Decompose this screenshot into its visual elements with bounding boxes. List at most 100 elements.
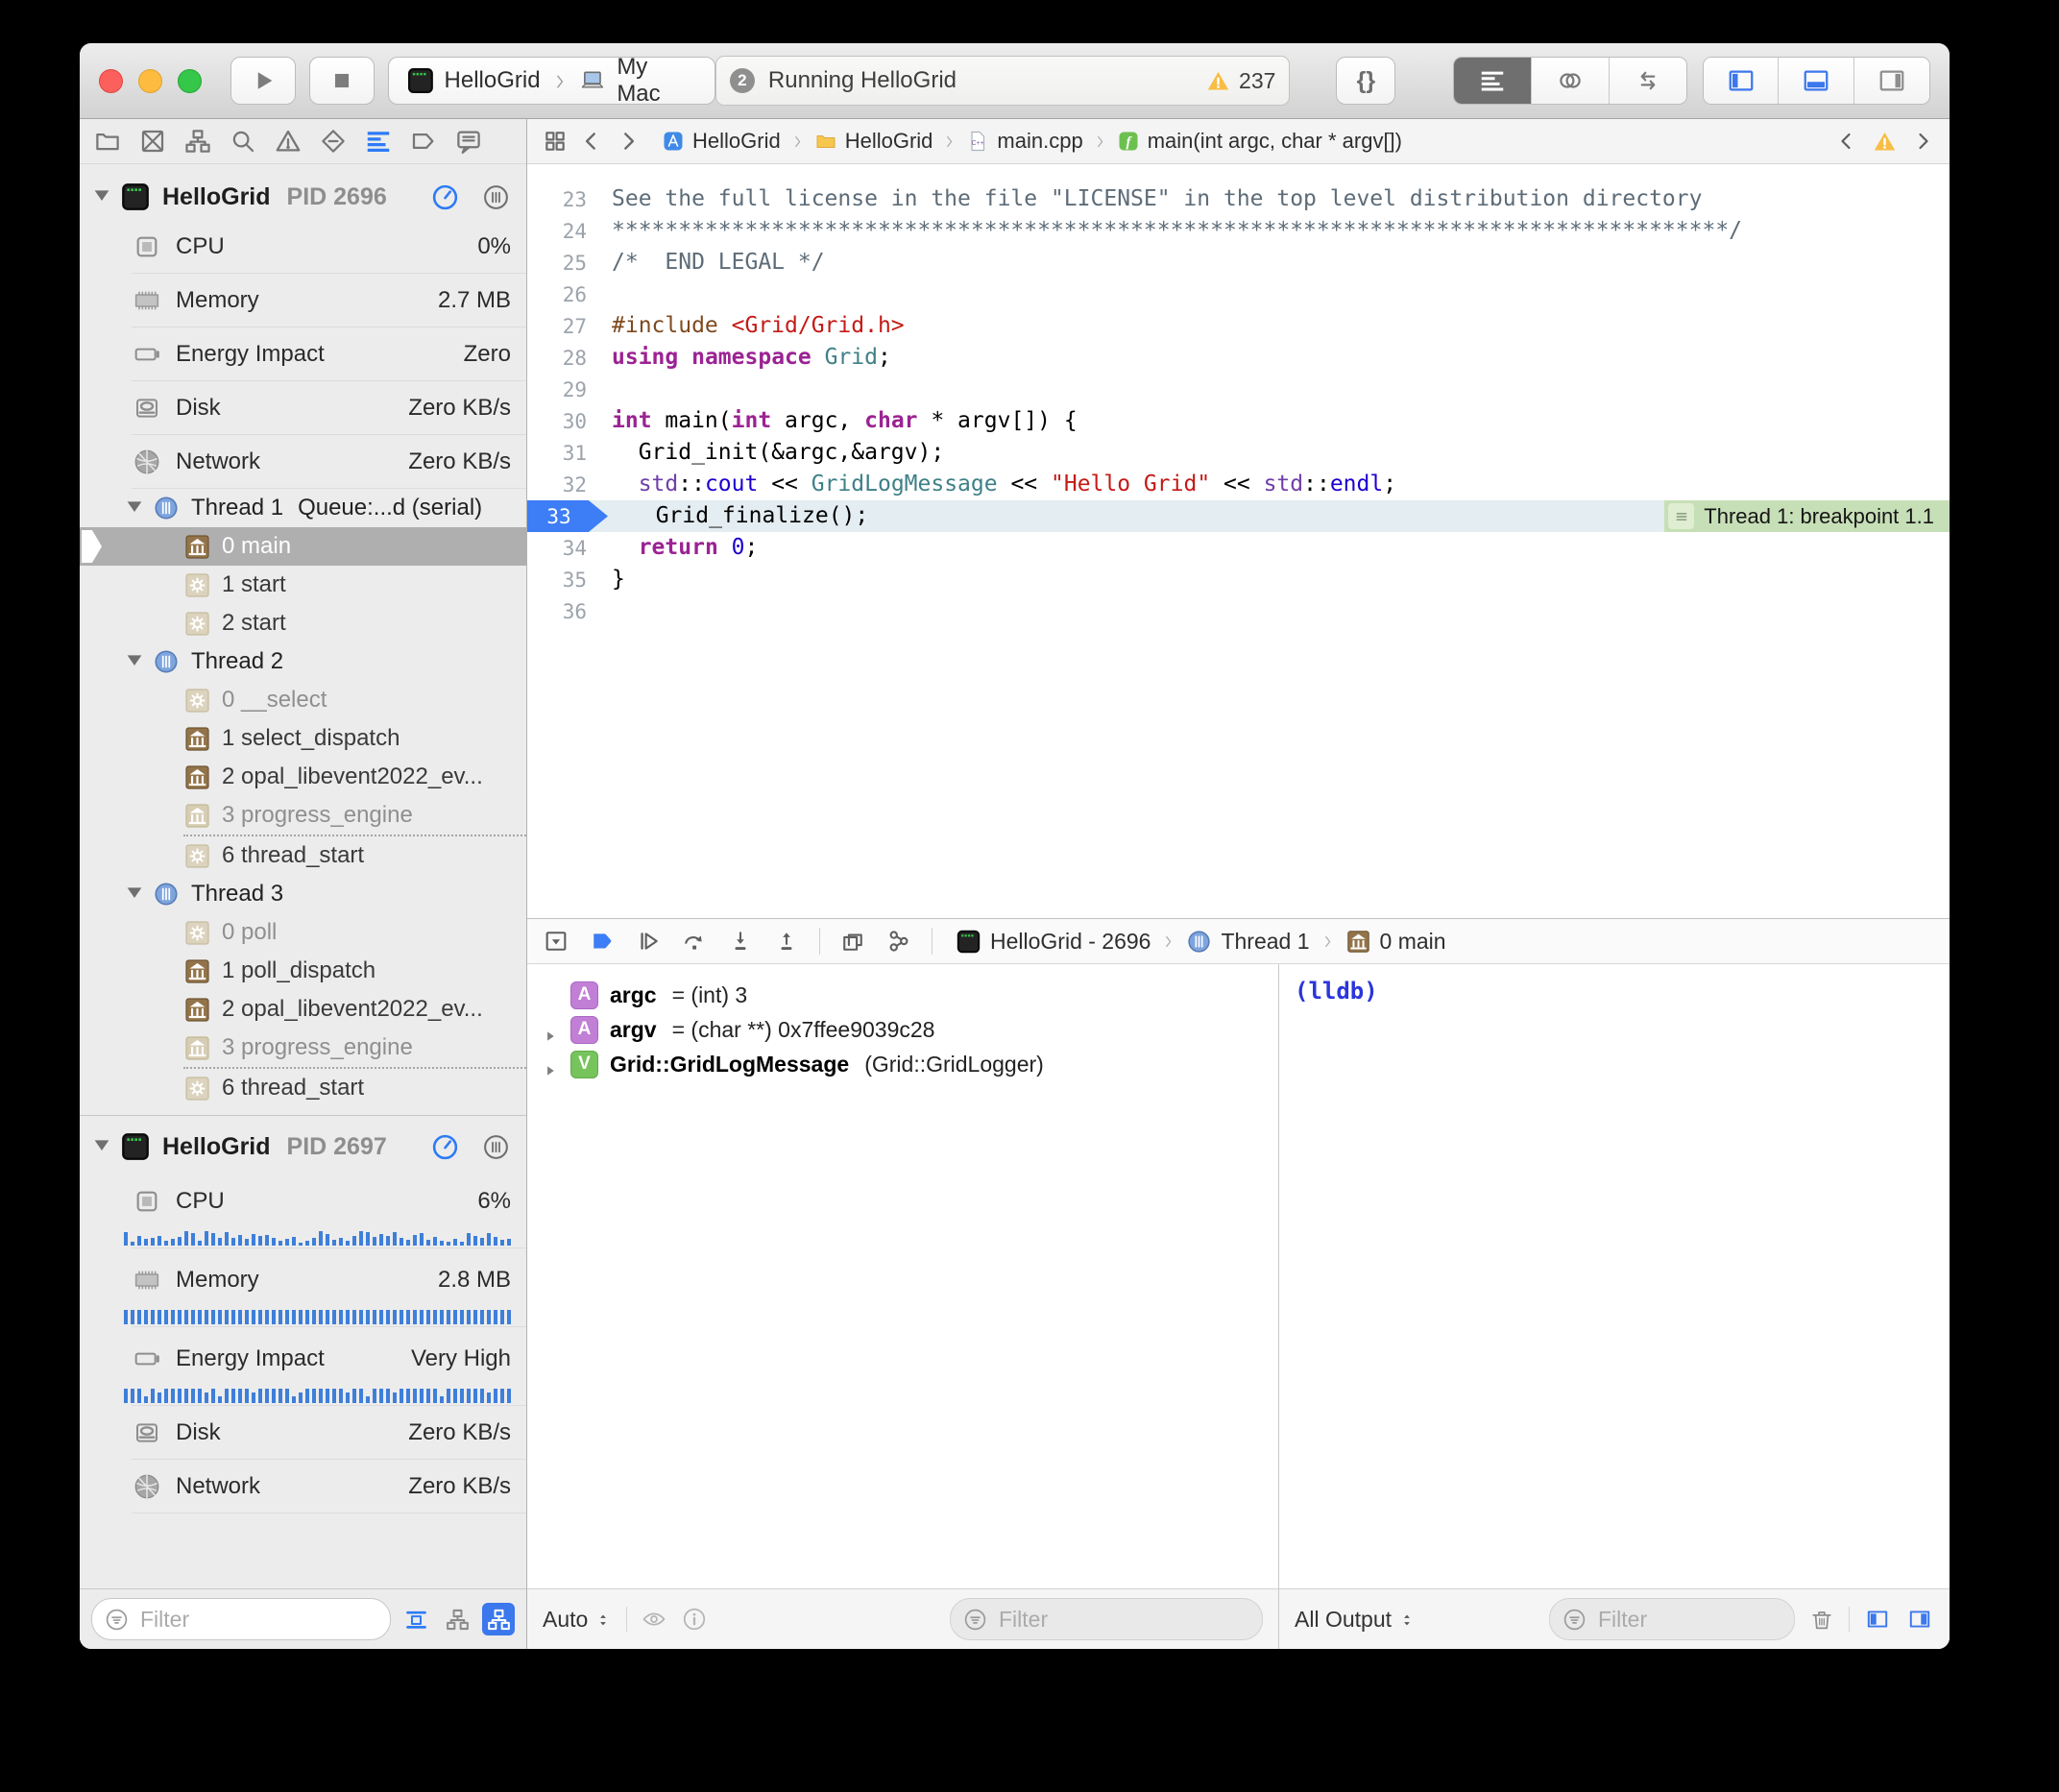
gauge-icon[interactable] — [430, 182, 460, 212]
variables-scope-select[interactable]: Auto — [543, 1607, 613, 1633]
stack-frame-row[interactable]: 0 main — [80, 527, 526, 566]
disclosure-triangle-icon[interactable] — [539, 1023, 562, 1036]
standard-editor-button[interactable] — [1454, 58, 1532, 104]
stack-frame-row[interactable]: 6 thread_start — [80, 836, 526, 875]
variable-row[interactable]: VGrid::GridLogMessage(Grid::GridLogger) — [527, 1047, 1278, 1081]
stop-button[interactable] — [309, 57, 375, 105]
console-output[interactable]: (lldb) — [1279, 964, 1950, 1588]
stack-frame-row[interactable]: 0 poll — [80, 913, 526, 952]
code-line[interactable]: 34 return 0; — [527, 532, 1950, 564]
breadcrumb-item[interactable]: HelloGrid — [662, 129, 781, 154]
activity-viewer[interactable]: 2 Running HelloGrid 237 — [715, 56, 1291, 106]
stack-frame-row[interactable]: 0 __select — [80, 681, 526, 719]
run-button[interactable] — [230, 57, 296, 105]
code-line[interactable]: 23See the full license in the file "LICE… — [527, 183, 1950, 215]
gauge-row-network[interactable]: NetworkZero KB/s — [80, 435, 526, 489]
breakpoints-enabled-icon[interactable] — [589, 928, 616, 955]
stack-frame-row[interactable]: 3 progress_engine — [80, 1029, 526, 1067]
gauge-row-energy-impact[interactable]: Energy ImpactVery High — [80, 1327, 526, 1406]
code-line[interactable]: 30int main(int argc, char * argv[]) { — [527, 405, 1950, 437]
variables-filter-input[interactable] — [997, 1606, 1116, 1634]
tab-report-navigator[interactable] — [454, 127, 483, 156]
step-out-icon[interactable] — [773, 928, 800, 955]
breadcrumb-item[interactable]: fmain(int argc, char * argv[]) — [1117, 129, 1402, 154]
clear-console-icon[interactable] — [1808, 1606, 1835, 1633]
gauge-row-energy-impact[interactable]: Energy ImpactZero — [80, 327, 526, 381]
print-description-icon[interactable] — [681, 1606, 708, 1633]
gauge-row-network[interactable]: NetworkZero KB/s — [80, 1460, 526, 1514]
view-by-queue-button[interactable] — [441, 1603, 473, 1635]
pause-process-icon[interactable] — [481, 1132, 511, 1162]
stack-frame-row[interactable]: 6 thread_start — [80, 1069, 526, 1107]
pause-process-icon[interactable] — [481, 182, 511, 212]
stack-frame-row[interactable]: 2 opal_libevent2022_ev... — [80, 758, 526, 796]
view-hierarchy-icon[interactable] — [839, 928, 866, 955]
source-editor[interactable]: 23See the full license in the file "LICE… — [527, 164, 1950, 918]
go-back-icon[interactable] — [579, 129, 604, 154]
previous-issue-icon[interactable] — [1835, 130, 1858, 153]
toggle-variables-view-icon[interactable] — [1863, 1607, 1892, 1632]
breadcrumb-item[interactable]: HelloGrid — [814, 129, 933, 154]
debug-breadcrumb-item[interactable]: 0 main — [1345, 929, 1446, 955]
console-filter-input[interactable] — [1596, 1606, 1715, 1634]
process-row[interactable]: HelloGridPID 2696 — [80, 174, 526, 220]
view-by-thread-button[interactable] — [482, 1603, 515, 1635]
gauge-icon[interactable] — [430, 1132, 460, 1162]
variables-filter-field[interactable] — [950, 1598, 1263, 1640]
step-over-icon[interactable] — [681, 928, 708, 955]
warning-icon[interactable] — [1205, 68, 1231, 94]
code-line[interactable]: 36 — [527, 595, 1950, 627]
gauge-row-cpu[interactable]: CPU0% — [80, 220, 526, 274]
continue-icon[interactable] — [635, 928, 662, 955]
stack-frame-row[interactable]: 1 select_dispatch — [80, 719, 526, 758]
console-scope-select[interactable]: All Output — [1295, 1607, 1417, 1633]
stack-frame-row[interactable]: 1 poll_dispatch — [80, 952, 526, 990]
related-items-icon[interactable] — [543, 129, 568, 154]
disclosure-triangle-icon[interactable] — [124, 649, 145, 675]
disclosure-triangle-icon[interactable] — [124, 496, 145, 521]
toggle-inspector-button[interactable] — [1854, 58, 1929, 104]
stack-frame-row[interactable]: 2 start — [80, 604, 526, 642]
code-line[interactable]: 35} — [527, 564, 1950, 595]
next-issue-icon[interactable] — [1911, 130, 1934, 153]
gauge-row-memory[interactable]: Memory2.8 MB — [80, 1248, 526, 1327]
tab-project-navigator[interactable] — [93, 127, 122, 156]
tab-breakpoint-navigator[interactable] — [409, 127, 438, 156]
gauge-row-memory[interactable]: Memory2.7 MB — [80, 274, 526, 327]
library-button[interactable]: {} — [1336, 57, 1395, 105]
disclosure-triangle-icon[interactable] — [539, 1057, 562, 1071]
breakpoint-badge[interactable]: 33 — [527, 500, 608, 532]
tab-debug-navigator[interactable] — [364, 127, 393, 156]
thread-row[interactable]: Thread 2 — [80, 642, 526, 681]
filter-running-processes-button[interactable] — [400, 1603, 432, 1635]
code-line[interactable]: 28using namespace Grid; — [527, 342, 1950, 374]
disclosure-triangle-icon[interactable] — [91, 184, 112, 210]
tab-symbol-navigator[interactable] — [183, 127, 212, 156]
breadcrumb-item[interactable]: C++main.cpp — [966, 129, 1082, 154]
stack-frame-row[interactable]: 3 progress_engine — [80, 796, 526, 835]
tab-find-navigator[interactable] — [229, 127, 257, 156]
disclosure-triangle-icon[interactable] — [91, 1134, 112, 1160]
console-filter-field[interactable] — [1549, 1598, 1795, 1640]
code-line[interactable]: 25/* END LEGAL */ — [527, 247, 1950, 278]
navigator-filter-input[interactable] — [138, 1606, 257, 1634]
breakpoint-annotation[interactable]: Thread 1: breakpoint 1.1 — [1664, 500, 1950, 532]
assistant-editor-button[interactable] — [1532, 58, 1610, 104]
stack-frame-row[interactable]: 1 start — [80, 566, 526, 604]
gauge-row-disk[interactable]: DiskZero KB/s — [80, 1406, 526, 1460]
issue-warning-icon[interactable] — [1872, 129, 1898, 155]
go-forward-icon[interactable] — [616, 129, 641, 154]
version-editor-button[interactable] — [1610, 58, 1686, 104]
thread-row[interactable]: Thread 3 — [80, 875, 526, 913]
thread-row[interactable]: Thread 1Queue:...d (serial) — [80, 489, 526, 527]
gauge-row-disk[interactable]: DiskZero KB/s — [80, 381, 526, 435]
close-window-button[interactable] — [99, 69, 123, 93]
variable-row[interactable]: Aargv= (char **) 0x7ffee9039c28 — [527, 1012, 1278, 1047]
toggle-debug-area-button[interactable] — [1779, 58, 1854, 104]
memory-graph-icon[interactable] — [885, 928, 912, 955]
zoom-window-button[interactable] — [178, 69, 202, 93]
hide-debug-area-icon[interactable] — [543, 928, 569, 955]
debug-breadcrumb-item[interactable]: Thread 1 — [1186, 929, 1309, 955]
minimize-window-button[interactable] — [138, 69, 162, 93]
scheme-selector[interactable]: HelloGrid My Mac — [388, 57, 715, 105]
